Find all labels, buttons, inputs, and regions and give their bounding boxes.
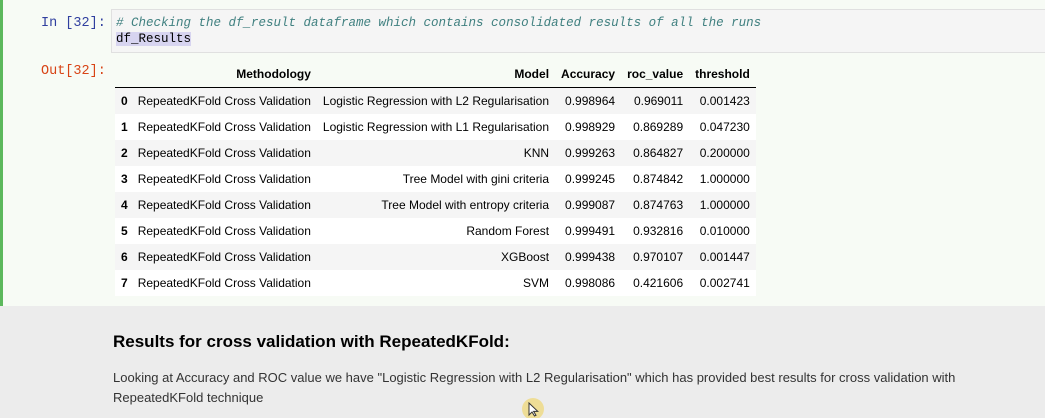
jupyter-notebook: In [32]: # Checking the df_result datafr…	[0, 0, 1045, 418]
row-index: 7	[121, 276, 128, 290]
table-row: 3 RepeatedKFold Cross Validation Tree Mo…	[115, 166, 756, 192]
column-header-accuracy: Accuracy	[555, 60, 622, 88]
cell-accuracy: 0.999087	[565, 198, 616, 212]
code-variable: df_Results	[116, 32, 192, 46]
cell-model: KNN	[523, 146, 550, 160]
input-prompt: In [32]:	[41, 16, 106, 31]
table-row: 4 RepeatedKFold Cross Validation Tree Mo…	[115, 192, 756, 218]
column-header-threshold: threshold	[689, 60, 756, 88]
cell-roc-value: 0.969011	[633, 94, 684, 108]
table-row: 6 RepeatedKFold Cross Validation XGBoost…	[115, 244, 756, 270]
cell-threshold: 0.010000	[699, 224, 750, 238]
cell-threshold: 1.000000	[699, 198, 750, 212]
code-line: df_Results	[116, 31, 1043, 47]
cell-methodology: RepeatedKFold Cross Validation	[137, 250, 311, 264]
cell-accuracy: 0.999245	[565, 172, 616, 186]
cell-methodology: RepeatedKFold Cross Validation	[137, 224, 311, 238]
cell-roc-value: 0.874842	[633, 172, 684, 186]
row-index: 6	[121, 250, 128, 264]
cell-accuracy: 0.998086	[565, 276, 616, 290]
row-index: 4	[121, 198, 128, 212]
cell-methodology: RepeatedKFold Cross Validation	[137, 198, 311, 212]
cell-model: Tree Model with entropy criteria	[381, 198, 550, 212]
cell-roc-value: 0.932816	[633, 224, 684, 238]
markdown-heading: Results for cross validation with Repeat…	[113, 332, 510, 351]
cell-accuracy: 0.998964	[565, 94, 616, 108]
markdown-cell[interactable]: Results for cross validation with Repeat…	[0, 306, 1045, 418]
cell-methodology: RepeatedKFold Cross Validation	[137, 146, 311, 160]
cell-threshold: 0.001423	[699, 94, 750, 108]
cell-roc-value: 0.874763	[633, 198, 684, 212]
cell-threshold: 1.000000	[699, 172, 750, 186]
cell-model: Random Forest	[466, 224, 550, 238]
row-index: 2	[121, 146, 128, 160]
cell-methodology: RepeatedKFold Cross Validation	[137, 94, 311, 108]
row-index: 1	[121, 120, 128, 134]
markdown-paragraph: Looking at Accuracy and ROC value we hav…	[113, 370, 956, 405]
code-comment-line: # Checking the df_result dataframe which…	[116, 16, 762, 30]
cell-threshold: 0.002741	[699, 276, 750, 290]
cell-threshold: 0.047230	[699, 120, 750, 134]
code-editor[interactable]: # Checking the df_result dataframe which…	[111, 9, 1045, 53]
column-header-model: Model	[316, 60, 556, 88]
column-header-methodology: Methodology	[131, 60, 317, 88]
cell-accuracy: 0.999438	[565, 250, 616, 264]
cell-accuracy: 0.999263	[565, 146, 616, 160]
table-row: 2 RepeatedKFold Cross Validation KNN 0.9…	[115, 140, 756, 166]
cell-accuracy: 0.999491	[565, 224, 616, 238]
code-cell[interactable]: In [32]: # Checking the df_result datafr…	[0, 0, 1045, 306]
row-index: 3	[121, 172, 128, 186]
row-index: 0	[121, 94, 128, 108]
mouse-pointer-icon	[522, 398, 544, 418]
cell-model: SVM	[523, 276, 550, 290]
cell-roc-value: 0.970107	[633, 250, 684, 264]
table-row: 1 RepeatedKFold Cross Validation Logisti…	[115, 114, 756, 140]
cell-methodology: RepeatedKFold Cross Validation	[137, 276, 311, 290]
column-header-index	[115, 60, 132, 88]
results-dataframe: Methodology Model Accuracy roc_value thr…	[115, 60, 756, 296]
cell-threshold: 0.001447	[699, 250, 750, 264]
table-row: 0 RepeatedKFold Cross Validation Logisti…	[115, 87, 756, 114]
table-row: 7 RepeatedKFold Cross Validation SVM 0.9…	[115, 270, 756, 296]
cell-accuracy: 0.998929	[565, 120, 616, 134]
row-index: 5	[121, 224, 128, 238]
cell-model: Tree Model with gini criteria	[402, 172, 550, 186]
table-header-row: Methodology Model Accuracy roc_value thr…	[115, 60, 756, 88]
cell-roc-value: 0.864827	[633, 146, 684, 160]
cell-model: XGBoost	[501, 250, 550, 264]
table-row: 5 RepeatedKFold Cross Validation Random …	[115, 218, 756, 244]
cell-model: Logistic Regression with L2 Regularisati…	[322, 94, 550, 108]
cell-model: Logistic Regression with L1 Regularisati…	[322, 120, 550, 134]
cell-threshold: 0.200000	[699, 146, 750, 160]
output-prompt: Out[32]:	[41, 64, 106, 79]
cell-roc-value: 0.869289	[633, 120, 684, 134]
cell-methodology: RepeatedKFold Cross Validation	[137, 120, 311, 134]
cell-roc-value: 0.421606	[633, 276, 684, 290]
cell-methodology: RepeatedKFold Cross Validation	[137, 172, 311, 186]
column-header-roc-value: roc_value	[621, 60, 690, 88]
